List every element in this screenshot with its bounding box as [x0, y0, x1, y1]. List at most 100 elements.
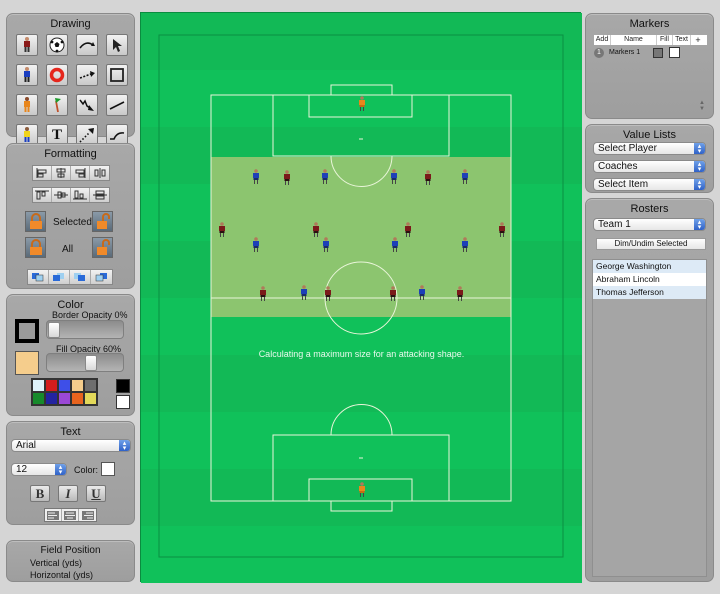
palette-swatch[interactable]	[32, 392, 45, 405]
lock-all-button[interactable]	[25, 237, 46, 258]
soccer-ball-icon	[49, 37, 65, 53]
palette-swatch[interactable]	[84, 379, 97, 392]
marker-fill-swatch[interactable]	[653, 47, 663, 58]
send-backward-icon	[74, 273, 85, 281]
align-center-h-button[interactable]	[52, 166, 71, 180]
italic-button[interactable]: I	[58, 485, 78, 502]
palette-swatch[interactable]	[84, 392, 97, 405]
roster-list[interactable]: George Washington Abraham Lincoln Thomas…	[592, 259, 707, 577]
palette-swatch[interactable]	[45, 379, 58, 392]
bring-to-front-button[interactable]	[28, 270, 49, 284]
pitch-canvas[interactable]: Calculating a maximum size for an attack…	[140, 12, 582, 583]
align-row-2	[32, 187, 110, 203]
line-icon	[109, 101, 125, 110]
bring-forward-button[interactable]	[49, 270, 70, 284]
select-item-dropdown[interactable]: Select Item ▴ ▾	[593, 178, 706, 191]
pitch-caption[interactable]: Calculating a maximum size for an attack…	[141, 349, 582, 359]
palette-swatch[interactable]	[45, 392, 58, 405]
align-right-button[interactable]	[71, 166, 90, 180]
align-top-button[interactable]	[33, 188, 52, 202]
fill-opacity-slider[interactable]	[46, 353, 124, 372]
palette-swatch[interactable]	[58, 392, 71, 405]
text-title: Text	[60, 426, 81, 438]
select-player-value: Select Player	[598, 143, 657, 154]
black-swatch[interactable]	[116, 379, 130, 393]
pitch-drawing	[141, 13, 582, 583]
player-blue-icon	[24, 67, 30, 82]
underline-button[interactable]: U	[86, 485, 106, 502]
palette-swatch[interactable]	[71, 379, 84, 392]
markers-scroll-arrows[interactable]: ▲ ▼	[699, 100, 705, 112]
lock-closed-icon	[29, 213, 42, 229]
curved-arrow-tool[interactable]	[76, 34, 98, 56]
font-size-select[interactable]: 12 ▴ ▾	[11, 463, 67, 476]
markers-panel: Markers Add Name Fill Text + 1 Markers 1…	[585, 13, 714, 119]
border-color-swatch[interactable]	[15, 319, 39, 343]
team-dropdown[interactable]: Team 1 ▴ ▾	[593, 218, 706, 231]
player-red-tool[interactable]	[16, 34, 38, 56]
lock-selected-button[interactable]	[25, 211, 46, 232]
align-left-button[interactable]	[33, 166, 52, 180]
font-select[interactable]: Arial ▴ ▾	[11, 439, 131, 452]
align-text-center-icon	[64, 510, 76, 520]
send-to-back-button[interactable]	[91, 270, 112, 284]
align-text-center-button[interactable]	[62, 509, 79, 521]
flag-icon	[55, 98, 61, 113]
bold-button[interactable]: B	[30, 485, 50, 502]
flag-tool[interactable]	[46, 94, 68, 116]
rosters-title: Rosters	[630, 203, 669, 215]
distribute-h-button[interactable]	[90, 166, 109, 180]
line-tool[interactable]	[106, 94, 128, 116]
fill-opacity-thumb[interactable]	[85, 355, 98, 371]
player-orange-icon	[24, 97, 30, 112]
border-opacity-thumb[interactable]	[48, 322, 60, 338]
player-blue-tool[interactable]	[16, 64, 38, 86]
distribute-v-icon	[92, 190, 107, 200]
roster-item[interactable]: Abraham Lincoln	[593, 273, 706, 286]
align-middle-v-button[interactable]	[52, 188, 71, 202]
unlock-all-button[interactable]	[92, 237, 113, 258]
horizontal-yds-label: Horizontal (yds)	[30, 570, 94, 580]
white-swatch[interactable]	[116, 395, 130, 409]
value-lists-panel: Value Lists Select Player ▴ ▾ Coaches ▴ ▾ …	[585, 124, 714, 193]
goalkeeper-orange-tool[interactable]	[16, 94, 38, 116]
roster-item[interactable]: George Washington	[593, 260, 706, 273]
align-text-right-button[interactable]	[79, 509, 96, 521]
roster-item[interactable]: Thomas Jefferson	[593, 286, 706, 299]
distribute-v-button[interactable]	[90, 188, 109, 202]
coaches-dropdown[interactable]: Coaches ▴ ▾	[593, 160, 706, 173]
marker-text-swatch[interactable]	[669, 47, 680, 58]
palette-swatch[interactable]	[58, 379, 71, 392]
border-opacity-slider[interactable]	[46, 320, 124, 339]
drawing-title: Drawing	[50, 18, 91, 30]
bring-forward-icon	[53, 273, 64, 281]
align-bottom-button[interactable]	[71, 188, 90, 202]
fill-color-swatch[interactable]	[15, 351, 39, 375]
ball-tool[interactable]	[46, 34, 68, 56]
select-player-dropdown[interactable]: Select Player ▴ ▾	[593, 142, 706, 155]
select-arrows-icon: ▴ ▾	[694, 161, 705, 173]
align-text-left-button[interactable]	[45, 509, 62, 521]
markers-col-name: Name	[611, 35, 657, 45]
unlock-selected-button[interactable]	[92, 211, 113, 232]
drawing-tools: T	[16, 34, 128, 146]
add-marker-button[interactable]: +	[691, 35, 705, 45]
markers-col-add[interactable]: Add	[594, 35, 611, 45]
zigzag-arrow-tool[interactable]	[76, 94, 98, 116]
send-backward-button[interactable]	[70, 270, 91, 284]
rectangle-tool[interactable]	[106, 64, 128, 86]
text-icon: T	[51, 126, 62, 143]
cone-ring-tool[interactable]	[46, 64, 68, 86]
text-color-swatch[interactable]	[101, 462, 115, 476]
markers-col-text: Text	[673, 35, 691, 45]
dim-undim-button[interactable]: Dim/Undim Selected	[596, 238, 706, 250]
distribute-h-icon	[94, 168, 105, 178]
select-pointer-tool[interactable]	[106, 34, 128, 56]
dashed-arrow-tool[interactable]	[76, 64, 98, 86]
palette-swatch[interactable]	[71, 392, 84, 405]
rosters-panel: Rosters Team 1 ▴ ▾ Dim/Undim Selected Geo…	[585, 198, 714, 582]
pitch-stripe	[141, 412, 582, 469]
marker-index-badge[interactable]: 1	[594, 47, 604, 58]
marker-row[interactable]: 1 Markers 1	[594, 47, 680, 58]
palette-swatch[interactable]	[32, 379, 45, 392]
